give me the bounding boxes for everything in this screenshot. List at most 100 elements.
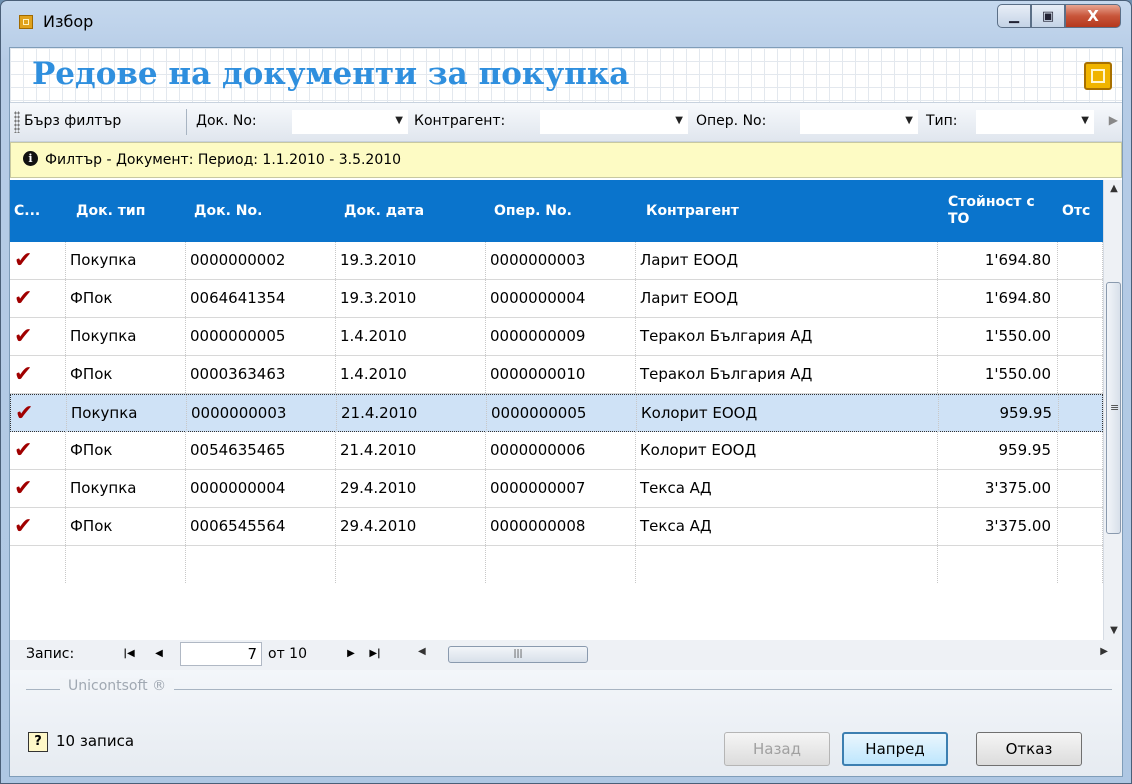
cell-value[interactable]: 3'375.00 [938, 470, 1058, 507]
cell-partner[interactable]: Теракол България АД [636, 356, 938, 393]
cell-partner[interactable]: Колорит ЕООД [637, 395, 939, 432]
cell-oper-no[interactable]: 0000000005 [487, 395, 637, 432]
cell-doc-no[interactable]: 0000000005 [186, 318, 336, 355]
cell-doc-no[interactable]: 0000000002 [186, 242, 336, 279]
cell-extra[interactable] [1058, 318, 1103, 355]
chevron-down-icon[interactable]: ▼ [1081, 115, 1089, 126]
cell-partner[interactable]: Теракол България АД [636, 318, 938, 355]
cell-status[interactable]: ✔ [10, 242, 66, 279]
first-record-icon[interactable]: |◀ [120, 646, 138, 662]
cell-value[interactable]: 1'550.00 [938, 356, 1058, 393]
cell-extra[interactable] [1058, 432, 1103, 469]
cell-oper-no[interactable]: 0000000006 [486, 432, 636, 469]
table-row[interactable]: ✔ Покупка 0000000002 19.3.2010 0000000003 Лар… [10, 242, 1103, 280]
cell-doc-no[interactable]: 0000363463 [186, 356, 336, 393]
cell-status[interactable]: ✔ [10, 432, 66, 469]
maximize-button[interactable]: ▣ [1031, 4, 1065, 28]
cell-value[interactable]: 1'694.80 [938, 280, 1058, 317]
cell-doc-date[interactable]: 29.4.2010 [336, 508, 486, 545]
record-number-input[interactable]: 7 [180, 642, 262, 666]
cell-doc-type[interactable]: Покупка [66, 242, 186, 279]
close-button[interactable]: X [1065, 4, 1121, 28]
cell-oper-no[interactable]: 0000000004 [486, 280, 636, 317]
column-header-value[interactable]: Стойност с ТО [938, 180, 1058, 242]
cell-value[interactable]: 3'375.00 [938, 508, 1058, 545]
table-row[interactable]: ✔ Покупка 0000000003 21.4.2010 0000000005 Кол… [10, 394, 1103, 432]
horizontal-scrollbar[interactable]: ◀ ||| ▶ [418, 646, 1108, 664]
cell-status[interactable]: ✔ [11, 395, 67, 432]
cell-extra[interactable] [1058, 242, 1103, 279]
last-record-icon[interactable]: ▶| [366, 646, 384, 662]
cell-extra[interactable] [1058, 280, 1103, 317]
cell-extra[interactable] [1058, 470, 1103, 507]
vertical-scroll-thumb[interactable]: ≡ [1106, 282, 1121, 534]
cell-oper-no[interactable]: 0000000008 [486, 508, 636, 545]
table-row[interactable]: ✔ ФПок 0006545564 29.4.2010 0000000008 Текса … [10, 508, 1103, 546]
partner-combo[interactable]: ▼ [540, 110, 688, 134]
cell-doc-type[interactable]: Покупка [66, 318, 186, 355]
column-header-doc-type[interactable]: Док. тип [66, 180, 186, 242]
vertical-scrollbar[interactable]: ▲ ≡ ▼ [1103, 180, 1122, 640]
cell-value[interactable]: 1'550.00 [938, 318, 1058, 355]
chevron-down-icon[interactable]: ▼ [395, 115, 403, 126]
column-header-doc-no[interactable]: Док. No. [186, 180, 336, 242]
cell-oper-no[interactable]: 0000000009 [486, 318, 636, 355]
cell-doc-date[interactable]: 19.3.2010 [336, 242, 486, 279]
back-button[interactable]: Назад [724, 732, 830, 766]
column-header-partner[interactable]: Контрагент [636, 180, 938, 242]
table-row[interactable]: ✔ ФПок 0000363463 1.4.2010 0000000010 Теракол… [10, 356, 1103, 394]
cell-doc-date[interactable]: 1.4.2010 [336, 318, 486, 355]
toolbar-overflow-icon[interactable]: ▶ [1109, 113, 1118, 127]
quick-filter-label[interactable]: Бърз филтър [24, 113, 121, 129]
cell-status[interactable]: ✔ [10, 280, 66, 317]
table-row[interactable]: ✔ Покупка 0000000005 1.4.2010 0000000009 Тера… [10, 318, 1103, 356]
help-icon[interactable]: ? [28, 732, 48, 752]
cell-extra[interactable] [1059, 395, 1103, 432]
cell-doc-type[interactable]: ФПок [66, 432, 186, 469]
cell-doc-date[interactable]: 21.4.2010 [337, 395, 487, 432]
cell-doc-no[interactable]: 0054635465 [186, 432, 336, 469]
table-row[interactable]: ✔ ФПок 0054635465 21.4.2010 0000000006 Колори… [10, 432, 1103, 470]
cell-doc-type[interactable]: ФПок [66, 508, 186, 545]
cell-extra[interactable] [1058, 508, 1103, 545]
title-bar[interactable]: Избор ▁ ▣ X [1, 1, 1131, 47]
cell-doc-no[interactable]: 0000000004 [186, 470, 336, 507]
scroll-up-icon[interactable]: ▲ [1104, 180, 1122, 198]
toolbar-grip[interactable] [14, 111, 20, 133]
cell-doc-date[interactable]: 1.4.2010 [336, 356, 486, 393]
oper-no-combo[interactable]: ▼ [800, 110, 918, 134]
cell-doc-date[interactable]: 29.4.2010 [336, 470, 486, 507]
cell-doc-no[interactable]: 0064641354 [186, 280, 336, 317]
cell-partner[interactable]: Ларит ЕООД [636, 280, 938, 317]
cell-status[interactable]: ✔ [10, 470, 66, 507]
cell-partner[interactable]: Текса АД [636, 470, 938, 507]
horizontal-scroll-thumb[interactable]: ||| [448, 646, 588, 663]
column-header-status[interactable]: С... [10, 180, 66, 242]
cell-value[interactable]: 1'694.80 [938, 242, 1058, 279]
cell-oper-no[interactable]: 0000000003 [486, 242, 636, 279]
cell-value[interactable]: 959.95 [939, 395, 1059, 432]
scroll-down-icon[interactable]: ▼ [1104, 622, 1122, 640]
cell-doc-type[interactable]: ФПок [66, 356, 186, 393]
type-combo[interactable]: ▼ [976, 110, 1094, 134]
table-row[interactable]: ✔ ФПок 0064641354 19.3.2010 0000000004 Ларит … [10, 280, 1103, 318]
cell-partner[interactable]: Ларит ЕООД [636, 242, 938, 279]
cancel-button[interactable]: Отказ [976, 732, 1082, 766]
chevron-down-icon[interactable]: ▼ [675, 115, 683, 126]
cell-doc-type[interactable]: Покупка [66, 470, 186, 507]
cell-status[interactable]: ✔ [10, 508, 66, 545]
table-row[interactable]: ✔ Покупка 0000000004 29.4.2010 0000000007 Тек… [10, 470, 1103, 508]
cell-extra[interactable] [1058, 356, 1103, 393]
cell-doc-type[interactable]: ФПок [66, 280, 186, 317]
next-button[interactable]: Напред [842, 732, 948, 766]
scroll-right-icon[interactable]: ▶ [1100, 646, 1108, 657]
cell-doc-no[interactable]: 0006545564 [186, 508, 336, 545]
cell-value[interactable]: 959.95 [938, 432, 1058, 469]
minimize-button[interactable]: ▁ [997, 4, 1031, 28]
cell-oper-no[interactable]: 0000000010 [486, 356, 636, 393]
column-header-doc-date[interactable]: Док. дата [336, 180, 486, 242]
doc-no-combo[interactable]: ▼ [292, 110, 408, 134]
cell-doc-type[interactable]: Покупка [67, 395, 187, 432]
chevron-down-icon[interactable]: ▼ [905, 115, 913, 126]
cell-partner[interactable]: Текса АД [636, 508, 938, 545]
